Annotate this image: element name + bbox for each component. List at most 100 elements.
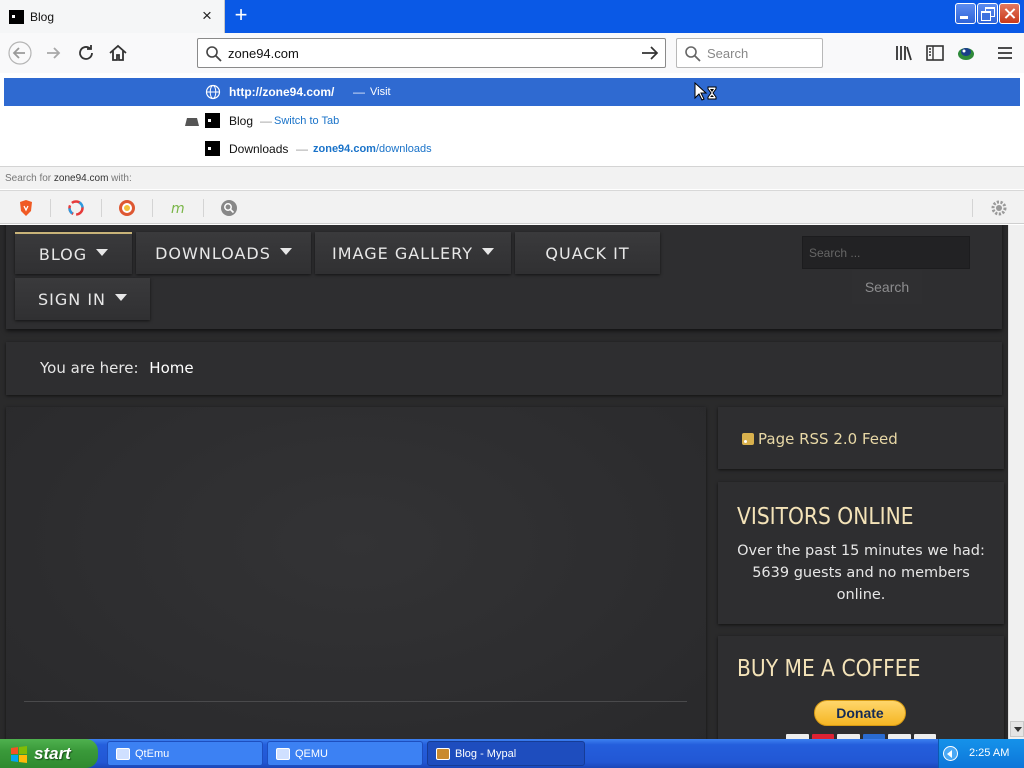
mypal-browser-icon xyxy=(436,747,450,760)
site-favicon-icon xyxy=(205,113,220,128)
separator xyxy=(101,199,102,217)
gear-icon[interactable] xyxy=(989,198,1009,218)
addon-globe-icon[interactable] xyxy=(955,42,977,64)
separator xyxy=(50,199,51,217)
autocomplete-row-visit[interactable]: http://zone94.com/ — Visit xyxy=(4,78,1020,106)
web-page: BLOG DOWNLOADS IMAGE GALLERY QUACK IT SI… xyxy=(0,225,1008,739)
menu-label: IMAGE GALLERY xyxy=(332,243,473,263)
qtemu-icon xyxy=(116,747,130,760)
windows-logo-icon xyxy=(11,745,27,763)
visitors-text: Over the past 15 minutes we had: 5639 gu… xyxy=(737,543,985,603)
divider xyxy=(24,701,687,702)
separator: — xyxy=(260,114,272,128)
search-term: zone94.com xyxy=(53,173,109,184)
rss-module: Page RSS 2.0 Feed xyxy=(718,407,1004,469)
breadcrumb-home-link[interactable]: Home xyxy=(149,359,193,377)
reload-button[interactable] xyxy=(74,41,98,65)
sidebar-icon[interactable] xyxy=(924,42,946,64)
brave-icon[interactable] xyxy=(16,198,36,218)
chevron-down-icon xyxy=(481,247,494,255)
rss-label: Page RSS 2.0 Feed xyxy=(758,430,898,448)
clock[interactable]: 2:25 AM xyxy=(969,747,1009,759)
site-favicon-icon xyxy=(205,141,220,156)
taskbar-item-blog-mypal[interactable]: Blog - Mypal xyxy=(427,741,585,766)
search-bar xyxy=(676,38,823,68)
separator xyxy=(203,199,204,217)
back-button[interactable] xyxy=(8,41,32,65)
autocomplete-url: http://zone94.com/ xyxy=(229,85,335,99)
module-title: VISITORS ONLINE xyxy=(737,504,914,530)
menu-item-sign-in[interactable]: SIGN IN xyxy=(15,278,150,320)
mojeek-icon[interactable]: m xyxy=(168,198,188,218)
menu-item-quack-it[interactable]: QUACK IT xyxy=(515,232,660,274)
vertical-scrollbar[interactable] xyxy=(1008,225,1024,739)
start-label: start xyxy=(34,743,71,763)
duckduckgo-icon[interactable] xyxy=(117,198,137,218)
scroll-down-button[interactable] xyxy=(1010,721,1024,737)
globe-icon xyxy=(205,84,221,100)
autocomplete-url: zone94.com/downloads xyxy=(313,143,432,155)
taskbar-item-label: QtEmu xyxy=(135,747,170,760)
buy-me-a-coffee-module: BUY ME A COFFEE Donate xyxy=(718,636,1004,739)
site-search-input[interactable] xyxy=(802,236,970,269)
main-content-area xyxy=(6,407,706,739)
search-engine-icon[interactable] xyxy=(219,198,239,218)
breadcrumb: You are here: Home xyxy=(6,342,1002,395)
module-title: BUY ME A COFFEE xyxy=(737,656,921,682)
search-icon xyxy=(685,46,701,62)
show-hidden-icons-icon[interactable] xyxy=(943,746,958,761)
window-minimize-button[interactable] xyxy=(955,3,976,24)
separator: — xyxy=(353,85,365,99)
go-arrow-icon[interactable] xyxy=(640,44,660,62)
url-bar xyxy=(197,38,666,68)
navigation-toolbar xyxy=(0,33,1024,73)
web-search-input[interactable] xyxy=(707,43,817,63)
search-engines-bar: m xyxy=(0,190,1024,224)
autocomplete-row-downloads[interactable]: Downloads — zone94.com/downloads xyxy=(4,135,1020,163)
search-with-suffix: with: xyxy=(108,173,132,184)
window-restore-button[interactable] xyxy=(977,3,998,24)
title-bar: Blog × + xyxy=(0,0,1024,33)
system-tray: 2:25 AM xyxy=(938,739,1024,768)
taskbar-item-label: QEMU xyxy=(295,747,328,760)
menu-item-blog[interactable]: BLOG xyxy=(15,232,132,274)
menu-label: DOWNLOADS xyxy=(155,243,271,263)
chevron-down-icon xyxy=(96,248,109,256)
autocomplete-url-domain: zone94.com xyxy=(313,143,376,155)
qwant-icon[interactable] xyxy=(66,198,86,218)
hamburger-menu-icon[interactable] xyxy=(994,42,1016,64)
breadcrumb-prefix: You are here: xyxy=(40,359,139,377)
rss-feed-link[interactable]: Page RSS 2.0 Feed xyxy=(742,430,898,448)
library-icon[interactable] xyxy=(893,42,915,64)
chevron-down-icon xyxy=(279,247,292,255)
switch-to-tab-icon xyxy=(185,118,199,126)
search-icon xyxy=(206,46,222,62)
window-close-button[interactable] xyxy=(999,3,1020,24)
new-tab-button[interactable]: + xyxy=(230,4,252,28)
rss-icon xyxy=(742,433,754,445)
tab-close-icon[interactable]: × xyxy=(200,7,214,24)
tab-blog[interactable]: Blog × xyxy=(0,0,225,33)
forward-button[interactable] xyxy=(41,41,65,65)
search-with-prefix: Search for xyxy=(5,173,54,184)
separator xyxy=(972,199,973,217)
home-button[interactable] xyxy=(106,41,130,65)
chevron-down-icon xyxy=(115,293,127,301)
donate-button[interactable]: Donate xyxy=(814,700,906,726)
autocomplete-action: Switch to Tab xyxy=(274,115,340,127)
taskbar-item-qtemu[interactable]: QtEmu xyxy=(107,741,263,766)
separator: — xyxy=(296,142,308,156)
start-button[interactable]: start xyxy=(0,739,98,768)
taskbar-item-qemu[interactable]: QEMU xyxy=(267,741,423,766)
taskbar-item-label: Blog - Mypal xyxy=(455,747,517,760)
site-search-button[interactable]: Search xyxy=(852,270,922,304)
url-input[interactable] xyxy=(228,43,638,63)
menu-label: SIGN IN xyxy=(37,289,106,309)
autocomplete-row-blog[interactable]: Blog — Switch to Tab xyxy=(4,107,1020,135)
svg-text:m: m xyxy=(171,201,185,217)
autocomplete-url-path: /downloads xyxy=(375,143,432,155)
qemu-window-icon xyxy=(276,747,290,760)
menu-item-image-gallery[interactable]: IMAGE GALLERY xyxy=(315,232,511,274)
tab-title: Blog xyxy=(30,10,55,24)
menu-item-downloads[interactable]: DOWNLOADS xyxy=(136,232,311,274)
